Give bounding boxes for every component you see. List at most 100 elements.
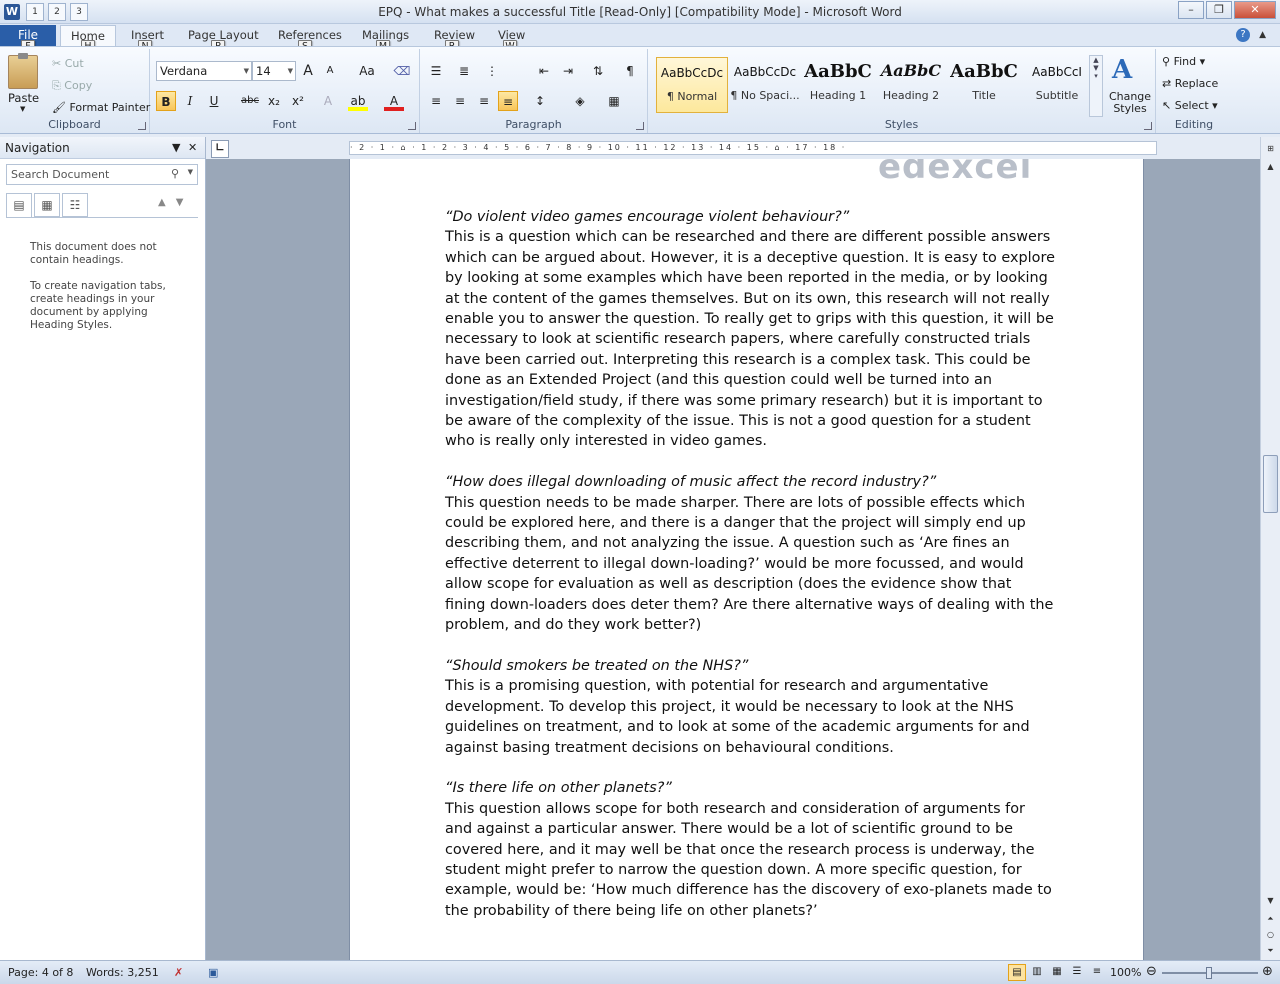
zoom-in-icon[interactable]: ⊕ xyxy=(1262,964,1273,979)
format-painter-button[interactable]: 🖌 Format Painter xyxy=(52,101,150,114)
section-question: “Is there life on other planets?” xyxy=(445,780,672,797)
multilevel-list-icon[interactable]: ⋮ xyxy=(482,61,502,81)
style-no-spacing[interactable]: AaBbCcDc ¶ No Spaci... xyxy=(729,57,801,113)
paste-icon[interactable] xyxy=(8,53,38,89)
close-pane-icon[interactable]: ✕ xyxy=(188,141,197,154)
browse-pages-icon[interactable]: ▦ xyxy=(34,193,60,217)
strikethrough-button[interactable]: abc xyxy=(238,91,262,111)
style-normal[interactable]: AaBbCcDc ¶ Normal xyxy=(656,57,728,113)
pane-options-icon[interactable]: ▼ xyxy=(172,141,180,154)
previous-page-icon[interactable]: ⏶ xyxy=(1263,911,1278,926)
zoom-slider[interactable] xyxy=(1162,967,1258,979)
clipboard-launcher-icon[interactable] xyxy=(138,122,146,130)
styles-launcher-icon[interactable] xyxy=(1144,122,1152,130)
paragraph-group-label: Paragraph xyxy=(505,118,562,131)
zoom-level[interactable]: 100% xyxy=(1110,966,1141,979)
numbering-icon[interactable]: ≣ xyxy=(454,61,474,81)
bullets-icon[interactable]: ☰ xyxy=(426,61,446,81)
horizontal-ruler[interactable]: · 2 · 1 · ⌂ · 1 · 2 · 3 · 4 · 5 · 6 · 7 … xyxy=(349,141,1157,155)
font-launcher-icon[interactable] xyxy=(408,122,416,130)
font-name-combo[interactable]: Verdana ▼ xyxy=(156,61,252,81)
font-size-combo[interactable]: 14 ▼ xyxy=(252,61,296,81)
browse-results-icon[interactable]: ☷ xyxy=(62,193,88,217)
grow-font-button[interactable]: A xyxy=(298,61,318,81)
align-center-icon[interactable]: ≡ xyxy=(450,91,470,111)
shading-icon[interactable]: ◈ xyxy=(570,91,590,111)
navigation-tabs: ▤ ▦ ☷ xyxy=(6,193,90,217)
next-page-icon[interactable]: ⏷ xyxy=(1263,943,1278,958)
minimize-ribbon-icon[interactable]: ▲ xyxy=(1259,30,1266,40)
word-count[interactable]: Words: 3,251 xyxy=(86,966,159,979)
bold-button[interactable]: B xyxy=(156,91,176,111)
change-styles-button[interactable]: Change Styles xyxy=(1108,91,1152,115)
decrease-indent-icon[interactable]: ⇤ xyxy=(534,61,554,81)
page-counter[interactable]: Page: 4 of 8 xyxy=(8,966,73,979)
scissors-icon: ✂ xyxy=(52,57,65,70)
scroll-up-icon[interactable]: ▲ xyxy=(1263,159,1278,174)
document-page[interactable]: edexcel “Do violent video games encourag… xyxy=(349,159,1144,960)
search-document-input[interactable]: Search Document ⚲ ▼ xyxy=(6,164,198,185)
show-formatting-icon[interactable]: ¶ xyxy=(620,61,640,81)
italic-button[interactable]: I xyxy=(180,91,200,111)
restore-button[interactable]: ❐ xyxy=(1206,1,1232,19)
justify-icon[interactable]: ≡ xyxy=(498,91,518,111)
ruler-toggle-icon[interactable]: ⊞ xyxy=(1263,141,1278,156)
macro-recording-icon[interactable]: ▣ xyxy=(208,966,218,979)
search-options-icon[interactable]: ▼ xyxy=(188,168,193,176)
scroll-thumb[interactable] xyxy=(1263,455,1278,513)
increase-indent-icon[interactable]: ⇥ xyxy=(558,61,578,81)
subscript-button[interactable]: x₂ xyxy=(264,91,284,111)
browse-object-icon[interactable]: ○ xyxy=(1263,927,1278,942)
scroll-down-icon[interactable]: ▼ xyxy=(1263,893,1278,908)
text-effects-icon[interactable]: A xyxy=(318,91,338,111)
style-heading-2[interactable]: AaBbC Heading 2 xyxy=(875,57,947,113)
shrink-font-button[interactable]: A xyxy=(320,61,340,81)
sort-icon[interactable]: ⇅ xyxy=(588,61,608,81)
highlight-icon[interactable]: ab xyxy=(348,91,368,111)
find-button[interactable]: ⚲ Find ▾ xyxy=(1162,55,1205,68)
style-title[interactable]: AaBbC Title xyxy=(948,57,1020,113)
print-layout-icon[interactable]: ▤ xyxy=(1008,964,1026,981)
styles-gallery-scroll[interactable]: ▲ ▼ ▾ xyxy=(1089,55,1103,117)
document-body[interactable]: “Do violent video games encourage violen… xyxy=(445,207,1055,921)
change-styles-icon[interactable]: A xyxy=(1112,55,1132,85)
draft-icon[interactable]: ≡ xyxy=(1088,964,1106,981)
copy-button[interactable]: ⎘ Copy xyxy=(52,79,92,93)
full-screen-reading-icon[interactable]: ▥ xyxy=(1028,964,1046,981)
browse-headings-icon[interactable]: ▤ xyxy=(6,193,32,217)
close-button[interactable]: ✕ xyxy=(1234,1,1276,19)
align-right-icon[interactable]: ≡ xyxy=(474,91,494,111)
web-layout-icon[interactable]: ▦ xyxy=(1048,964,1066,981)
change-case-button[interactable]: Aa xyxy=(354,61,380,81)
navigation-divider xyxy=(6,217,198,218)
replace-button[interactable]: ⇄ Replace xyxy=(1162,77,1218,90)
window-title: EPQ - What makes a successful Title [Rea… xyxy=(378,5,902,19)
minimize-button[interactable]: – xyxy=(1178,1,1204,19)
paragraph-launcher-icon[interactable] xyxy=(636,122,644,130)
font-group: Verdana ▼ 14 ▼ A A Aa ⌫ B I U abc x₂ x² A … xyxy=(150,49,420,133)
select-button[interactable]: ↖ Select ▾ xyxy=(1162,99,1218,112)
proofing-icon[interactable]: ✗ xyxy=(174,966,183,979)
font-color-icon[interactable]: A xyxy=(384,91,404,111)
tab-selector-icon[interactable]: ∟ xyxy=(211,140,229,158)
underline-button[interactable]: U xyxy=(204,91,224,111)
clipboard-group: Paste ▼ ✂ Cut ⎘ Copy 🖌 Format Painter Cl… xyxy=(0,49,150,133)
clear-formatting-icon[interactable]: ⌫ xyxy=(392,61,412,81)
heading-nav-arrows[interactable]: ▲▼ xyxy=(158,197,193,208)
paste-dropdown-icon[interactable]: ▼ xyxy=(20,105,25,113)
search-icon[interactable]: ⚲ xyxy=(171,167,179,180)
zoom-slider-knob[interactable] xyxy=(1206,967,1212,979)
zoom-out-icon[interactable]: ⊖ xyxy=(1146,964,1157,979)
line-spacing-icon[interactable]: ↕ xyxy=(530,91,550,111)
style-subtitle[interactable]: AaBbCcI Subtitle xyxy=(1021,57,1093,113)
align-left-icon[interactable]: ≡ xyxy=(426,91,446,111)
superscript-button[interactable]: x² xyxy=(288,91,308,111)
cut-button[interactable]: ✂ Cut xyxy=(52,57,84,70)
outline-icon[interactable]: ☰ xyxy=(1068,964,1086,981)
ribbon-tabs: File Home Insert Page Layout References … xyxy=(0,24,1280,46)
paste-button[interactable]: Paste xyxy=(8,91,39,105)
borders-icon[interactable]: ▦ xyxy=(604,91,624,111)
help-icon[interactable]: ? xyxy=(1236,28,1250,42)
vertical-scrollbar[interactable]: ⊞ ▲ ▼ ⏶ ○ ⏷ xyxy=(1260,137,1280,960)
style-heading-1[interactable]: AaBbC Heading 1 xyxy=(802,57,874,113)
